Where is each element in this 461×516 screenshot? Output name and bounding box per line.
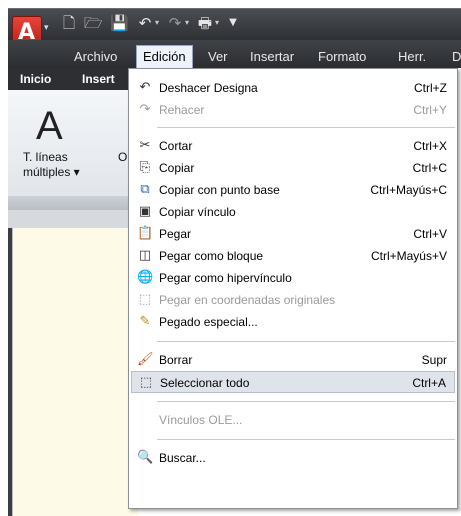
paste-original-coords-icon: ⬚ bbox=[138, 292, 152, 307]
menu-insertar[interactable]: Insertar bbox=[250, 47, 294, 67]
menu-item-deshacer[interactable]: ↶ Deshacer Designa Ctrl+Z bbox=[131, 77, 455, 99]
print-icon[interactable]: 🖶 bbox=[196, 14, 214, 32]
erase-icon: 🖌 bbox=[137, 352, 154, 367]
paste-special-icon: ✎ bbox=[139, 314, 151, 329]
menu-separator bbox=[157, 439, 455, 440]
menu-d[interactable]: D bbox=[452, 47, 461, 67]
undo-dropdown-icon[interactable]: ▾ bbox=[155, 18, 159, 27]
menu-item-rehacer[interactable]: ↷ Rehacer Ctrl+Y bbox=[131, 99, 455, 121]
find-icon: 🔍 bbox=[137, 450, 154, 465]
copy-base-point-icon: ⧉ bbox=[140, 182, 150, 197]
multiline-text-icon[interactable]: A bbox=[36, 104, 63, 149]
redo-icon[interactable]: ↷ bbox=[166, 14, 184, 32]
ribbon-panel-title-strip bbox=[8, 196, 138, 210]
menu-edicion[interactable]: Edición bbox=[136, 45, 193, 69]
open-icon[interactable]: 🗁 bbox=[84, 14, 103, 32]
menu-archivo[interactable]: Archivo bbox=[74, 47, 117, 67]
cut-icon: ✂ bbox=[139, 138, 151, 153]
menu-item-copiar-vinculo[interactable]: ▣ Copiar vínculo bbox=[131, 201, 455, 223]
menu-item-buscar[interactable]: 🔍 Buscar... bbox=[131, 447, 455, 469]
menu-ver[interactable]: Ver bbox=[208, 47, 228, 67]
save-icon[interactable]: 💾 bbox=[110, 14, 129, 32]
menu-item-pegar-hipervinculo[interactable]: 🌐 Pegar como hipervínculo bbox=[131, 267, 455, 289]
print-dropdown-icon[interactable]: ▾ bbox=[215, 18, 219, 27]
tab-inicio[interactable]: Inicio bbox=[20, 72, 51, 86]
edit-menu-dropdown: ↶ Deshacer Designa Ctrl+Z ↷ Rehacer Ctrl… bbox=[128, 68, 458, 509]
undo-icon: ↶ bbox=[139, 80, 151, 95]
paste-block-icon: ◫ bbox=[138, 248, 152, 263]
multiline-text-label-dropdown[interactable]: múltiples ▾ bbox=[23, 165, 80, 179]
copy-link-icon: ▣ bbox=[138, 204, 152, 219]
app-menu-dropdown-icon[interactable]: ▾ bbox=[44, 22, 52, 32]
customize-icon[interactable]: ▼ bbox=[224, 14, 242, 32]
multiline-text-label[interactable]: T. líneas bbox=[23, 150, 68, 164]
select-all-icon: ⬚ bbox=[139, 375, 153, 390]
menu-item-cortar[interactable]: ✂ Cortar Ctrl+X bbox=[131, 135, 455, 157]
new-icon[interactable]: 🗋 bbox=[60, 14, 78, 32]
paste-hyperlink-icon: 🌐 bbox=[137, 270, 154, 285]
menu-item-copiar-punto-base[interactable]: ⧉ Copiar con punto base Ctrl+Mayús+C bbox=[131, 179, 455, 201]
menu-item-pegar-bloque[interactable]: ◫ Pegar como bloque Ctrl+Mayús+V bbox=[131, 245, 455, 267]
menu-formato[interactable]: Formato bbox=[318, 47, 366, 67]
menu-separator bbox=[157, 127, 455, 128]
menu-item-vinculos-ole[interactable]: Vínculos OLE... bbox=[131, 409, 455, 431]
copy-icon: ⎘ bbox=[139, 160, 151, 175]
redo-dropdown-icon[interactable]: ▾ bbox=[185, 18, 189, 27]
menu-item-copiar[interactable]: ⎘ Copiar Ctrl+C bbox=[131, 157, 455, 179]
paste-icon: 📋 bbox=[137, 226, 154, 241]
menu-item-borrar[interactable]: 🖌 Borrar Supr bbox=[131, 349, 455, 371]
undo-icon[interactable]: ↶ bbox=[136, 14, 154, 32]
ribbon-bottom-gap bbox=[8, 210, 138, 228]
drawing-canvas[interactable] bbox=[12, 228, 138, 516]
menu-separator bbox=[157, 341, 455, 342]
autocad-window: A ▾ 🗋 🗁 💾 ↶ ▾ ↷ ▾ 🖶 ▾ ▼ Archivo Edición … bbox=[0, 0, 461, 516]
menu-item-pegar-coordenadas[interactable]: ⬚ Pegar en coordenadas originales bbox=[131, 289, 455, 311]
menu-herr[interactable]: Herr. bbox=[398, 47, 426, 67]
menu-item-seleccionar-todo[interactable]: ⬚ Seleccionar todo Ctrl+A bbox=[131, 371, 455, 393]
menu-item-pegar[interactable]: 📋 Pegar Ctrl+V bbox=[131, 223, 455, 245]
menu-item-pegado-especial[interactable]: ✎ Pegado especial... bbox=[131, 311, 455, 333]
tab-insertar[interactable]: Insert bbox=[82, 72, 115, 86]
menu-separator bbox=[157, 401, 455, 402]
redo-icon: ↷ bbox=[139, 102, 151, 117]
